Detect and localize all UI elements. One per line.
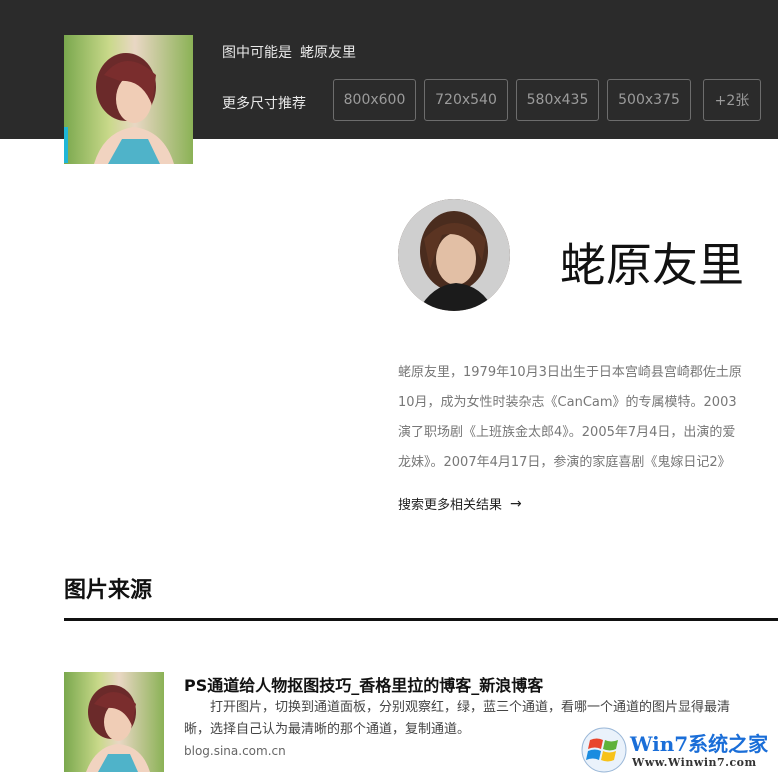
portrait-image xyxy=(94,53,174,164)
main-thumbnail[interactable] xyxy=(64,35,193,164)
size-button-720x540[interactable]: 720x540 xyxy=(424,79,508,121)
person-name: 蛯原友里 xyxy=(560,238,744,292)
site-watermark: Win7系统之家 Www.Winwin7.com xyxy=(578,724,778,776)
search-more-link[interactable]: 搜索更多相关结果 → xyxy=(398,494,522,514)
size-button-more[interactable]: +2张 xyxy=(703,79,761,121)
guess-prefix: 图中可能是 xyxy=(222,45,292,61)
bio-line: 蛯原友里，1979年10月3日出生于日本宫崎县宫崎郡佐土原 xyxy=(398,365,742,380)
sources-heading: 图片来源 xyxy=(64,578,153,603)
person-bio: 蛯原友里，1979年10月3日出生于日本宫崎县宫崎郡佐土原 10月，成为女性时装… xyxy=(398,358,778,478)
size-button-500x375[interactable]: 500x375 xyxy=(607,79,691,121)
source-image xyxy=(86,685,150,772)
sources-divider xyxy=(64,618,778,621)
guess-label: 图中可能是 蛯原友里 xyxy=(222,42,356,62)
bio-line: 演了职场剧《上班族金太郎4》。2005年7月4日，出演的爱 xyxy=(398,425,736,440)
size-button-580x435[interactable]: 580x435 xyxy=(516,79,599,121)
avatar-image xyxy=(398,199,510,311)
source-url[interactable]: blog.sina.com.cn xyxy=(184,744,286,758)
sizes-label: 更多尺寸推荐 xyxy=(222,96,306,112)
windows-logo-icon xyxy=(581,727,627,773)
arrow-right-icon: → xyxy=(510,495,522,512)
search-more-label: 搜索更多相关结果 xyxy=(398,498,503,513)
guess-name-link[interactable]: 蛯原友里 xyxy=(300,45,356,61)
bio-line: 10月，成为女性时装杂志《CanCam》的专属模特。2003 xyxy=(398,395,737,410)
watermark-text: Win7系统之家 xyxy=(630,732,769,756)
size-button-800x600[interactable]: 800x600 xyxy=(333,79,416,121)
person-avatar xyxy=(398,199,510,311)
watermark-url: Www.Winwin7.com xyxy=(632,756,757,769)
bio-line: 龙妹》。2007年4月17日，参演的家庭喜剧《鬼嫁日记2》 xyxy=(398,455,731,470)
source-thumbnail[interactable] xyxy=(64,672,164,772)
thumbnail-accent xyxy=(64,127,68,163)
source-title-link[interactable]: PS通道给人物抠图技巧_香格里拉的博客_新浪博客 xyxy=(184,672,543,696)
